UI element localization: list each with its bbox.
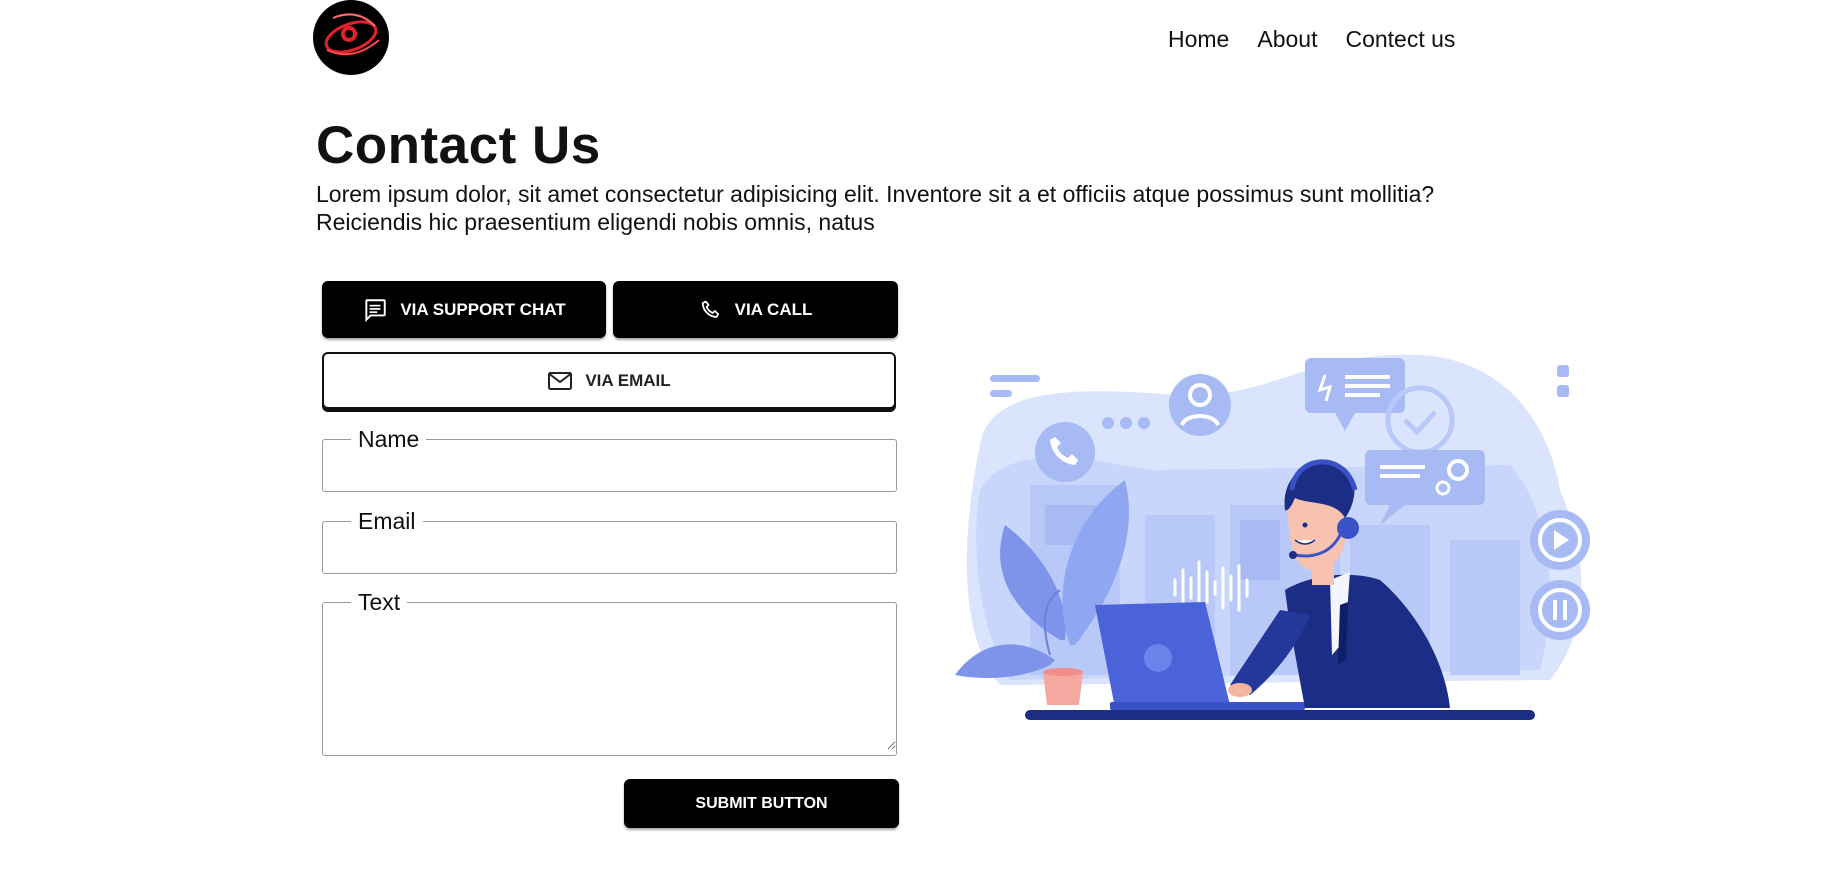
page-description: Lorem ipsum dolor, sit amet consectetur … [316, 181, 1435, 235]
submit-label: SUBMIT BUTTON [695, 794, 828, 812]
nav-contact[interactable]: Contect us [1345, 26, 1455, 53]
eye-logo-icon [324, 13, 380, 56]
support-chat-button[interactable]: VIA SUPPORT CHAT [322, 281, 606, 338]
email-field-label: Email [358, 508, 416, 534]
call-button[interactable]: VIA CALL [613, 281, 898, 338]
name-fieldset: Name [322, 428, 897, 492]
submit-button[interactable]: SUBMIT BUTTON [624, 779, 899, 828]
email-label: VIA EMAIL [585, 370, 671, 390]
chat-icon [365, 298, 387, 322]
call-label: VIA CALL [734, 299, 813, 319]
name-label: Name [358, 426, 420, 452]
email-fieldset: Email [322, 510, 897, 574]
mail-icon [548, 371, 573, 390]
name-input[interactable] [323, 451, 896, 491]
nav-about[interactable]: About [1257, 26, 1317, 53]
email-input[interactable] [323, 533, 896, 573]
main-nav: Home About Contect us [1168, 26, 1455, 53]
brand-logo[interactable] [313, 0, 389, 75]
support-chat-label: VIA SUPPORT CHAT [400, 299, 566, 319]
text-label: Text [358, 589, 401, 615]
page-title: Contact Us [316, 116, 601, 175]
text-fieldset: Text [322, 591, 897, 756]
text-input[interactable] [323, 614, 896, 750]
phone-icon [701, 300, 719, 318]
email-button[interactable]: VIA EMAIL [322, 352, 896, 409]
nav-home[interactable]: Home [1168, 26, 1229, 53]
support-agent-illustration [955, 354, 1590, 720]
